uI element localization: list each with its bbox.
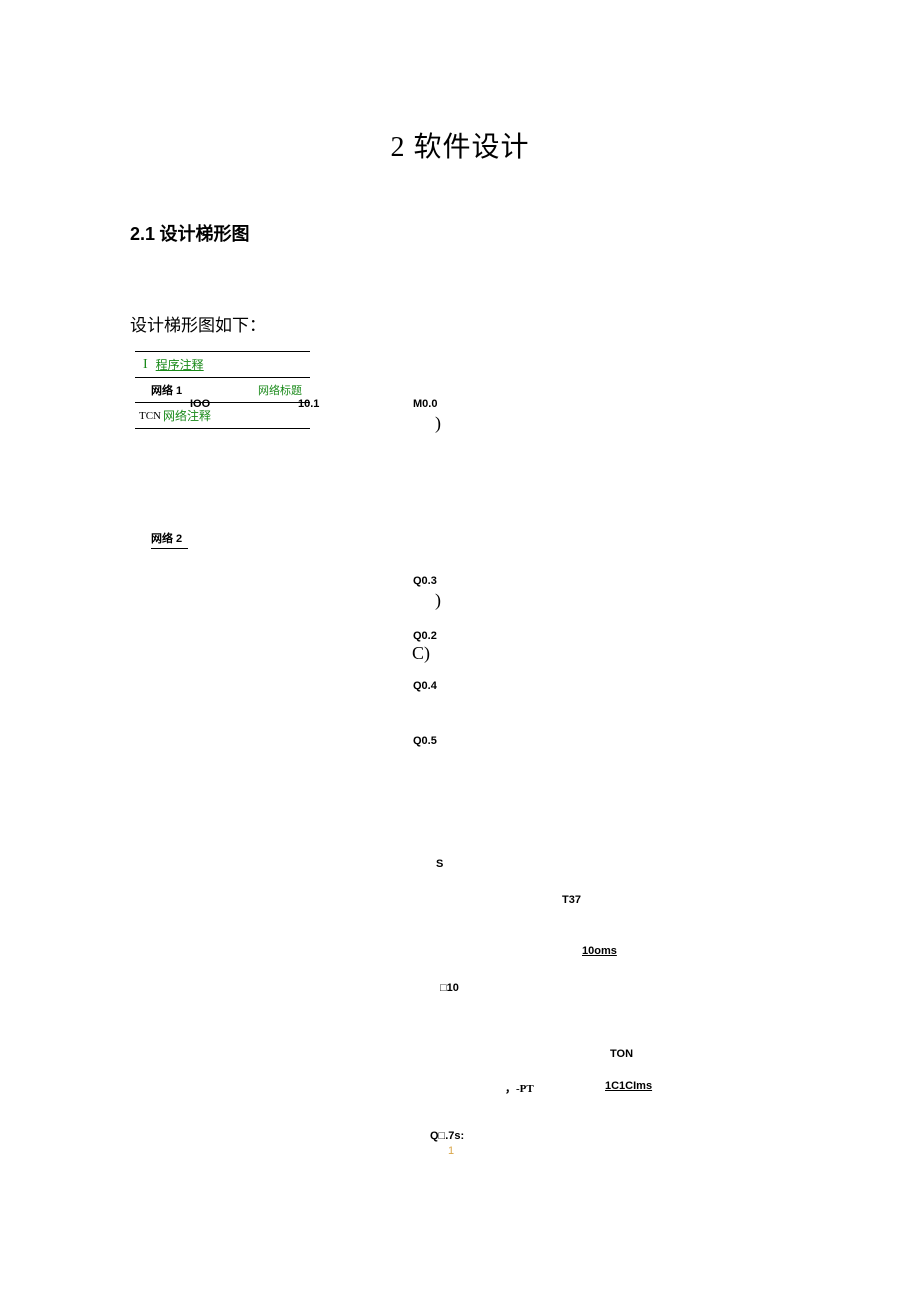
network-2-label: 网络 2 bbox=[151, 530, 188, 549]
glyph-i: I bbox=[143, 357, 148, 373]
q07s-label: Q□.7s: bbox=[430, 1130, 464, 1142]
page-title: 2 软件设计 bbox=[0, 0, 920, 165]
chapter-text: 软件设计 bbox=[413, 132, 529, 163]
q02-label: Q0.2 bbox=[413, 630, 437, 642]
section-title: 2.1 设计梯形图 bbox=[130, 220, 920, 246]
paren-1: ) bbox=[435, 413, 441, 434]
ladder-diagram-header: I 程序注释 网络 1 网络标题 TCN 网络注释 bbox=[135, 351, 310, 429]
t37-label: T37 bbox=[562, 894, 581, 906]
c-paren: C) bbox=[412, 643, 430, 664]
q03-label: Q0.3 bbox=[413, 575, 437, 587]
network-title-label: 网络标题 bbox=[258, 382, 302, 398]
page-number: 1 bbox=[448, 1145, 454, 1157]
network-1-label: 网络 1 bbox=[151, 382, 182, 398]
m00-label: M0.0 bbox=[413, 398, 437, 410]
s-label: S bbox=[436, 858, 443, 870]
diagram-row-1: I 程序注释 bbox=[135, 352, 310, 378]
paren-2: ) bbox=[435, 590, 441, 611]
box10-label: □10 bbox=[440, 982, 459, 994]
section-text: 设计梯形图 bbox=[160, 224, 250, 244]
diagram-row-2: 网络 1 网络标题 bbox=[135, 378, 310, 403]
pt-label: ，-PT bbox=[505, 1080, 534, 1096]
c1c1ms-label: 1C1CIms bbox=[605, 1080, 652, 1092]
ton-label: TON bbox=[610, 1048, 633, 1060]
program-comment-label: 程序注释 bbox=[156, 356, 204, 373]
q05-label: Q0.5 bbox=[413, 735, 437, 747]
io1-label: 10.1 bbox=[298, 398, 319, 410]
hundoms-label: 10oms bbox=[582, 945, 617, 957]
section-num: 2.1 bbox=[130, 224, 155, 244]
diagram-row-3: TCN 网络注释 bbox=[135, 403, 310, 429]
q04-label: Q0.4 bbox=[413, 680, 437, 692]
ioo-label: IOO bbox=[190, 398, 210, 410]
intro-text: 设计梯形图如下： bbox=[130, 311, 920, 336]
chapter-num: 2 bbox=[390, 132, 405, 163]
tcn-prefix: TCN bbox=[139, 410, 161, 422]
